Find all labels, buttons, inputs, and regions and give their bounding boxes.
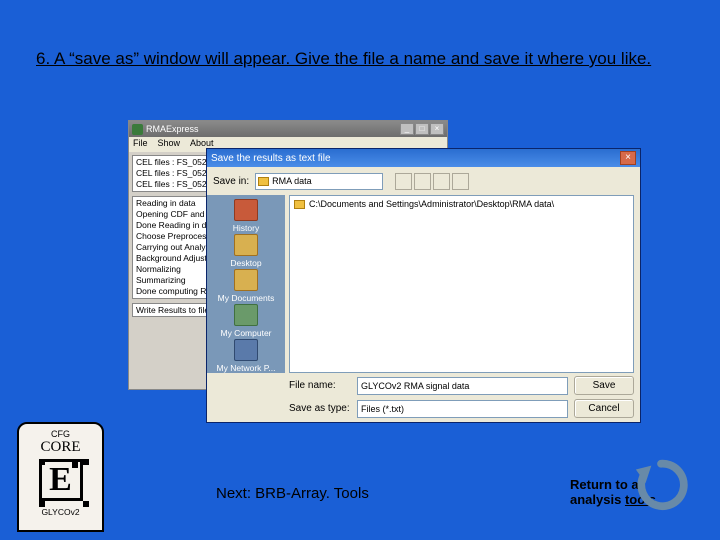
up-icon[interactable] xyxy=(414,173,431,190)
logo-letter: E xyxy=(39,459,83,501)
path-text: C:\Documents and Settings\Administrator\… xyxy=(309,199,554,209)
network-icon xyxy=(234,339,258,361)
place-mydocs[interactable]: My Documents xyxy=(207,269,285,304)
save-as-dialog: Save the results as text file × Save in:… xyxy=(206,148,641,423)
place-mycomputer[interactable]: My Computer xyxy=(207,303,285,338)
save-button[interactable]: Save xyxy=(574,376,634,395)
maximize-icon[interactable]: □ xyxy=(415,123,429,135)
views-icon[interactable] xyxy=(452,173,469,190)
desktop-icon xyxy=(234,234,258,256)
history-icon xyxy=(234,199,258,221)
menu-show[interactable]: Show xyxy=(158,138,181,151)
place-desktop[interactable]: Desktop xyxy=(207,234,285,269)
bg-title-text: RMAExpress xyxy=(146,124,199,134)
file-listing[interactable]: C:\Documents and Settings\Administrator\… xyxy=(289,195,634,373)
dlg-titlebar: Save the results as text file × xyxy=(207,149,640,167)
filename-label: File name: xyxy=(289,380,351,391)
places-bar: History Desktop My Documents My Computer… xyxy=(207,195,285,373)
close-icon[interactable]: × xyxy=(620,151,636,165)
folder-icon xyxy=(294,200,305,209)
mycomputer-icon xyxy=(234,304,258,326)
return-arrow-icon xyxy=(632,456,690,514)
mydocuments-icon xyxy=(234,269,258,291)
cancel-button[interactable]: Cancel xyxy=(574,399,634,418)
cfg-core-logo: CFG CORE E GLYCOv2 xyxy=(17,422,104,532)
next-link[interactable]: Next: BRB-Array. Tools xyxy=(216,485,369,502)
screenshot-composite: RMAExpress _ □ × File Show About CEL fil… xyxy=(128,120,643,425)
newfolder-icon[interactable] xyxy=(433,173,450,190)
savetype-label: Save as type: xyxy=(289,403,351,414)
savein-value: RMA data xyxy=(272,176,312,186)
instruction-text: 6. A “save as” window will appear. Give … xyxy=(36,48,684,71)
savein-dropdown[interactable]: RMA data xyxy=(255,173,383,190)
app-icon xyxy=(132,124,143,135)
close-icon[interactable]: × xyxy=(430,123,444,135)
logo-cfg: CFG xyxy=(19,429,102,439)
logo-glyco: GLYCOv2 xyxy=(19,507,102,517)
path-row[interactable]: C:\Documents and Settings\Administrator\… xyxy=(294,199,629,209)
back-icon[interactable] xyxy=(395,173,412,190)
menu-file[interactable]: File xyxy=(133,138,148,151)
minimize-icon[interactable]: _ xyxy=(400,123,414,135)
dlg-toolbar xyxy=(395,173,469,190)
place-history[interactable]: History xyxy=(207,199,285,234)
savein-label: Save in: xyxy=(213,176,249,187)
logo-core: CORE xyxy=(19,439,102,456)
savetype-dropdown[interactable]: Files (*.txt) xyxy=(357,400,568,418)
dlg-title-text: Save the results as text file xyxy=(211,153,331,164)
bg-titlebar: RMAExpress _ □ × xyxy=(129,121,447,137)
place-network[interactable]: My Network P... xyxy=(207,338,285,373)
filename-input[interactable]: GLYCOv2 RMA signal data xyxy=(357,377,568,395)
folder-icon xyxy=(258,177,269,186)
